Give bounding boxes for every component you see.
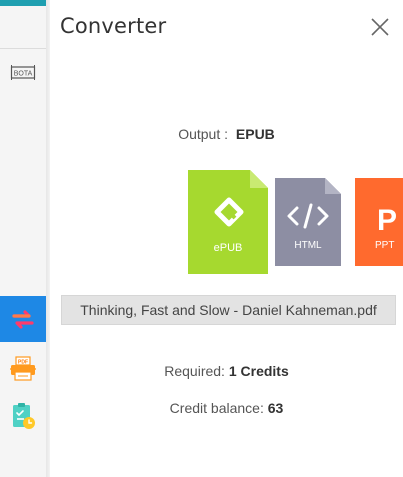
format-card-epub[interactable]: ePUB bbox=[188, 170, 268, 274]
format-card-html[interactable]: HTML bbox=[275, 178, 341, 266]
format-label-epub: ePUB bbox=[214, 242, 243, 254]
ppt-logo-icon: P bbox=[377, 204, 397, 237]
rail-divider bbox=[0, 48, 46, 49]
required-row: Required: 1 Credits bbox=[50, 363, 403, 379]
balance-row: Credit balance: 63 bbox=[50, 400, 403, 416]
scheduled-task-icon bbox=[13, 403, 35, 429]
balance-label: Credit balance: bbox=[169, 400, 264, 416]
pdf-printer-label: PDF bbox=[18, 360, 28, 366]
convert-icon bbox=[12, 310, 34, 329]
required-label: Required: bbox=[164, 363, 225, 379]
pdf-printer-icon: PDF bbox=[10, 356, 36, 381]
rail-top-accent bbox=[0, 0, 46, 6]
converter-panel: Converter Output : EPUB ePUB HTML P PPT bbox=[50, 0, 403, 477]
file-name-field: Thinking, Fast and Slow - Daniel Kahnema… bbox=[61, 295, 396, 325]
rail-item-bota[interactable]: BOTA bbox=[0, 50, 46, 96]
bota-icon-label: BOTA bbox=[14, 71, 33, 78]
format-label-html: HTML bbox=[294, 240, 322, 251]
output-label: Output : bbox=[178, 126, 228, 142]
required-value: 1 Credits bbox=[228, 363, 289, 379]
rail-item-converter[interactable] bbox=[0, 296, 46, 342]
close-icon[interactable] bbox=[369, 16, 391, 38]
format-card-ppt[interactable]: P PPT bbox=[355, 178, 403, 266]
panel-title: Converter bbox=[60, 14, 167, 38]
format-label-ppt: PPT bbox=[375, 240, 394, 251]
output-row: Output : EPUB bbox=[50, 126, 403, 142]
rail-item-pdf-printer[interactable]: PDF bbox=[0, 346, 46, 392]
bota-icon: BOTA bbox=[10, 65, 36, 80]
output-value: EPUB bbox=[235, 126, 275, 142]
left-rail: BOTA PDF bbox=[0, 0, 49, 477]
balance-value: 63 bbox=[267, 400, 284, 416]
rail-item-scheduled-task[interactable] bbox=[0, 393, 46, 439]
